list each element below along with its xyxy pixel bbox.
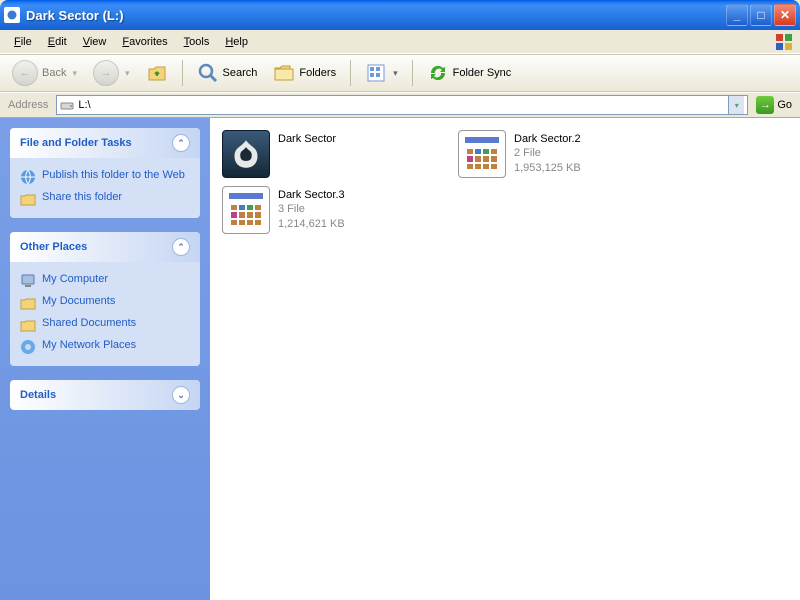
place-my-documents[interactable]: My Documents xyxy=(20,292,190,314)
task-label: Share this folder xyxy=(42,191,122,203)
menu-edit[interactable]: Edit xyxy=(40,32,75,52)
separator xyxy=(412,60,413,86)
separator xyxy=(182,60,183,86)
close-button[interactable]: ✕ xyxy=(774,4,796,26)
views-button[interactable]: ▾ xyxy=(359,58,404,88)
place-network[interactable]: My Network Places xyxy=(20,336,190,358)
address-label: Address xyxy=(4,99,52,111)
share-folder-icon xyxy=(20,191,36,207)
folders-button[interactable]: Folders xyxy=(267,58,342,88)
chevron-down-icon: ▾ xyxy=(125,68,130,79)
details-title: Details xyxy=(20,389,56,401)
file-item[interactable]: Dark Sector.3 3 File 1,214,621 KB xyxy=(220,184,440,236)
file-item[interactable]: Dark Sector xyxy=(220,128,440,180)
address-field[interactable]: ▾ xyxy=(56,95,748,115)
address-dropdown[interactable]: ▾ xyxy=(728,96,744,114)
expand-icon: ⌄ xyxy=(172,386,190,404)
place-my-computer[interactable]: My Computer xyxy=(20,270,190,292)
details-panel: Details ⌄ xyxy=(10,380,200,410)
file-size: 1,953,125 KB xyxy=(514,161,581,175)
place-shared-documents[interactable]: Shared Documents xyxy=(20,314,190,336)
go-label: Go xyxy=(777,99,792,111)
window-title: Dark Sector (L:) xyxy=(26,8,726,23)
file-size: 1,214,621 KB xyxy=(278,217,345,231)
file-name: Dark Sector.3 xyxy=(278,188,345,202)
task-publish[interactable]: Publish this folder to the Web xyxy=(20,166,190,188)
toolbar: ← Back ▾ → ▾ Search Folders ▾ Folder S xyxy=(0,54,800,92)
tasks-title: File and Folder Tasks xyxy=(20,137,132,149)
folder-sync-label: Folder Sync xyxy=(453,67,512,79)
search-label: Search xyxy=(223,67,258,79)
back-arrow-icon: ← xyxy=(12,60,38,86)
windows-flag-icon xyxy=(774,32,794,52)
place-label: My Network Places xyxy=(42,339,136,351)
menu-tools[interactable]: Tools xyxy=(176,32,218,52)
file-type: 3 File xyxy=(278,202,345,216)
file-name: Dark Sector.2 xyxy=(514,132,581,146)
back-label: Back xyxy=(42,67,66,79)
address-input[interactable] xyxy=(78,99,724,111)
places-panel: Other Places ⌃ My Computer My Documents … xyxy=(10,232,200,366)
sidebar: File and Folder Tasks ⌃ Publish this fol… xyxy=(0,118,210,600)
computer-icon xyxy=(20,273,36,289)
sync-icon xyxy=(427,62,449,84)
folder-icon xyxy=(20,295,36,311)
go-button[interactable]: → Go xyxy=(752,96,796,114)
collapse-icon: ⌃ xyxy=(172,238,190,256)
file-type: 2 File xyxy=(514,146,581,160)
file-name: Dark Sector xyxy=(278,132,336,146)
collapse-icon: ⌃ xyxy=(172,134,190,152)
maximize-button[interactable]: □ xyxy=(750,4,772,26)
place-label: My Documents xyxy=(42,295,115,307)
menu-help[interactable]: Help xyxy=(217,32,256,52)
details-header[interactable]: Details ⌄ xyxy=(10,380,200,410)
menubar: File Edit View Favorites Tools Help xyxy=(0,30,800,54)
tasks-header[interactable]: File and Folder Tasks ⌃ xyxy=(10,128,200,158)
up-button[interactable] xyxy=(140,58,174,88)
places-title: Other Places xyxy=(20,241,87,253)
tasks-panel: File and Folder Tasks ⌃ Publish this fol… xyxy=(10,128,200,218)
place-label: My Computer xyxy=(42,273,108,285)
go-arrow-icon: → xyxy=(756,96,774,114)
addressbar: Address ▾ → Go xyxy=(0,92,800,118)
forward-button[interactable]: → ▾ xyxy=(87,56,136,90)
titlebar: Dark Sector (L:) _ □ ✕ xyxy=(0,0,800,30)
task-label: Publish this folder to the Web xyxy=(42,169,185,181)
search-icon xyxy=(197,62,219,84)
menu-file[interactable]: File xyxy=(6,32,40,52)
menu-view[interactable]: View xyxy=(75,32,115,52)
file-list: Dark Sector Dark Sector.2 2 File 1,953,1… xyxy=(210,118,800,600)
app-file-icon xyxy=(222,130,270,178)
back-button[interactable]: ← Back ▾ xyxy=(6,56,83,90)
task-share[interactable]: Share this folder xyxy=(20,188,190,210)
app-icon xyxy=(4,7,20,23)
forward-arrow-icon: → xyxy=(93,60,119,86)
separator xyxy=(350,60,351,86)
file-item[interactable]: Dark Sector.2 2 File 1,953,125 KB xyxy=(456,128,676,180)
globe-icon xyxy=(20,169,36,185)
network-icon xyxy=(20,339,36,355)
chevron-down-icon: ▾ xyxy=(72,68,77,79)
folder-up-icon xyxy=(146,62,168,84)
folder-icon xyxy=(20,317,36,333)
document-icon xyxy=(222,186,270,234)
menu-favorites[interactable]: Favorites xyxy=(114,32,175,52)
folders-label: Folders xyxy=(299,67,336,79)
search-button[interactable]: Search xyxy=(191,58,264,88)
drive-icon xyxy=(60,98,74,112)
folders-icon xyxy=(273,62,295,84)
document-icon xyxy=(458,130,506,178)
views-icon xyxy=(365,62,387,84)
chevron-down-icon: ▾ xyxy=(393,68,398,79)
minimize-button[interactable]: _ xyxy=(726,4,748,26)
places-header[interactable]: Other Places ⌃ xyxy=(10,232,200,262)
place-label: Shared Documents xyxy=(42,317,136,329)
folder-sync-button[interactable]: Folder Sync xyxy=(421,58,518,88)
